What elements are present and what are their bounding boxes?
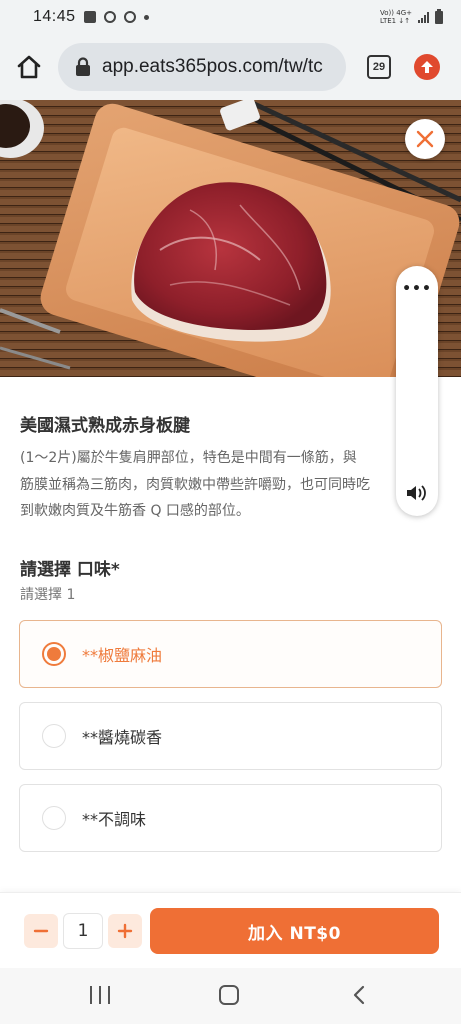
radio-unselected[interactable]: [42, 806, 66, 830]
system-nav-bar: [0, 968, 461, 1024]
product-description: (1～2片)屬於牛隻肩胛部位，特色是中間有一條筋，與 筋膜並稱為三筋肉，肉質軟嫩…: [20, 445, 392, 525]
product-image: [0, 100, 461, 377]
description-line: (1～2片)屬於牛隻肩胛部位，特色是中間有一條筋，與: [20, 450, 357, 466]
option-item[interactable]: **醬燒碳香: [19, 702, 442, 770]
status-left: 14:45: [33, 8, 149, 26]
option-group-title: 請選擇 口味*: [20, 560, 120, 580]
product-name: 美國濕式熟成赤身板腱: [20, 416, 190, 436]
quantity-decrease-button[interactable]: [24, 914, 58, 948]
status-time: 14:45: [33, 8, 76, 25]
signal-icon: [418, 11, 429, 23]
back-icon[interactable]: [351, 985, 367, 1005]
chrome-icon-2: [123, 11, 136, 23]
home-button[interactable]: [14, 52, 44, 82]
arrow-up-icon: [421, 61, 433, 73]
network-bottom: LTE1 ↓↑: [380, 17, 411, 25]
option-label: **椒鹽麻油: [82, 646, 163, 665]
radio-unselected[interactable]: [42, 724, 66, 748]
update-button[interactable]: [414, 54, 440, 80]
quantity-value[interactable]: 1: [63, 913, 103, 949]
more-options-button[interactable]: •••: [396, 281, 438, 297]
product-photo: [0, 100, 461, 377]
lock-icon: [72, 56, 94, 78]
option-group-subtitle: 請選擇 1: [20, 587, 76, 603]
home-icon: [17, 55, 41, 79]
option-label: **不調味: [82, 810, 147, 829]
option-item[interactable]: **不調味: [19, 784, 442, 852]
network-top: Vo)) 4G+: [380, 9, 412, 17]
recent-apps-icon[interactable]: [90, 986, 110, 1004]
option-item[interactable]: **椒鹽麻油: [19, 620, 442, 688]
home-nav-icon[interactable]: [219, 985, 239, 1005]
url-text: app.eats365pos.com/tw/tc: [102, 56, 323, 77]
description-line: 到軟嫩肉質及牛筋香 Q 口感的部位。: [20, 503, 250, 519]
floating-side-panel: •••: [396, 266, 438, 516]
status-bar: 14:45 Vo)) 4G+ LTE1 ↓↑: [0, 0, 461, 34]
description-line: 筋膜並稱為三筋肉，肉質軟嫩中帶些許嚼勁，也可同時吃: [20, 476, 370, 493]
url-bar[interactable]: app.eats365pos.com/tw/tc: [58, 43, 346, 91]
plus-icon: [117, 923, 133, 939]
minus-icon: [33, 929, 49, 933]
gallery-icon: [83, 11, 96, 23]
battery-icon: [435, 8, 443, 24]
quantity-increase-button[interactable]: [108, 914, 142, 948]
tab-switcher-button[interactable]: 29: [367, 55, 391, 79]
option-label: **醬燒碳香: [82, 728, 163, 747]
close-button[interactable]: [405, 119, 445, 159]
browser-toolbar: app.eats365pos.com/tw/tc 29: [0, 34, 461, 100]
close-icon: [416, 130, 434, 148]
radio-selected[interactable]: [42, 642, 66, 666]
volume-icon[interactable]: [406, 484, 428, 502]
bottom-action-bar: 1 加入 NT$0: [0, 892, 461, 968]
status-right: Vo)) 4G+ LTE1 ↓↑: [380, 8, 443, 25]
network-indicator: Vo)) 4G+ LTE1 ↓↑: [380, 9, 412, 25]
notification-dot-icon: [143, 14, 149, 20]
add-to-cart-button[interactable]: 加入 NT$0: [150, 908, 439, 954]
chrome-icon: [103, 11, 116, 23]
